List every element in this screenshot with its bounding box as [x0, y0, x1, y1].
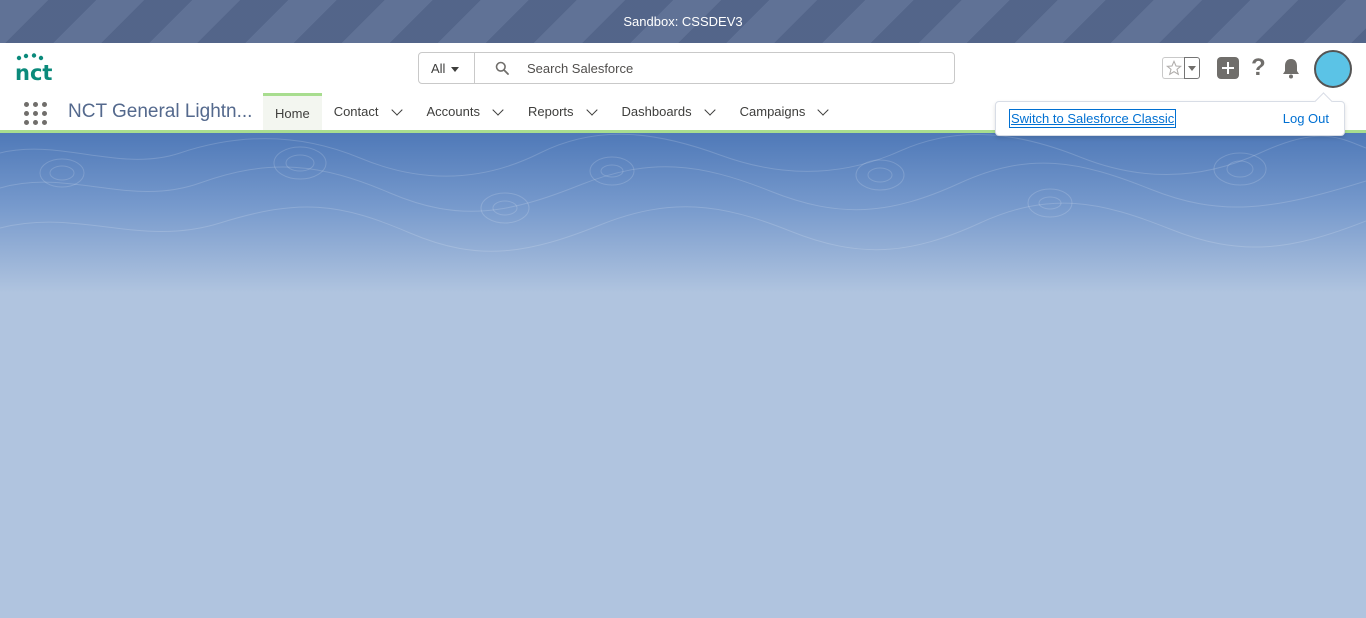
nct-logo[interactable]: nct	[15, 53, 59, 85]
help-button[interactable]: ?	[1251, 43, 1266, 93]
tab-label: Campaigns	[739, 104, 806, 119]
sandbox-label: Sandbox: CSSDEV3	[623, 14, 743, 29]
sandbox-banner: Sandbox: CSSDEV3	[0, 0, 1366, 43]
favorites-control	[1162, 43, 1200, 93]
tab-label: Contact	[333, 104, 379, 119]
svg-text:nct: nct	[15, 61, 52, 85]
search-scope-select[interactable]: All	[419, 53, 475, 83]
user-menu-popover: Switch to Salesforce Classic Log Out	[995, 101, 1345, 136]
tab-accounts[interactable]: Accounts	[415, 93, 516, 130]
tab-reports[interactable]: Reports	[516, 93, 610, 130]
background-banner	[0, 133, 1366, 293]
app-name: NCT General Lightn...	[68, 101, 253, 122]
caret-down-icon	[1188, 65, 1196, 71]
tab-home[interactable]: Home	[263, 93, 322, 130]
nav-tabs: Home Contact Accounts Reports Dashboards…	[263, 93, 841, 130]
app-launcher-icon[interactable]	[24, 102, 48, 126]
global-header: nct All ?	[0, 43, 1366, 93]
notifications-button[interactable]	[1281, 43, 1301, 93]
search-icon	[495, 61, 509, 75]
tab-campaigns[interactable]: Campaigns	[728, 93, 842, 130]
chevron-down-icon[interactable]	[492, 103, 504, 116]
tab-label: Dashboards	[621, 104, 692, 119]
chevron-down-icon[interactable]	[390, 103, 403, 116]
chevron-down-icon[interactable]	[817, 103, 830, 116]
logout-link[interactable]: Log Out	[1283, 111, 1329, 126]
switch-to-classic-link[interactable]: Switch to Salesforce Classic	[1008, 109, 1177, 128]
search-scope-label: All	[431, 60, 446, 76]
tab-contact[interactable]: Contact	[322, 93, 415, 130]
search-field	[475, 53, 954, 83]
global-search: All	[418, 52, 955, 84]
topographic-pattern	[0, 133, 1366, 252]
search-input[interactable]	[527, 60, 927, 76]
user-avatar[interactable]	[1314, 50, 1352, 88]
help-icon: ?	[1251, 54, 1266, 81]
tab-label: Accounts	[426, 104, 480, 119]
tab-label: Home	[275, 105, 310, 121]
add-icon	[1217, 57, 1239, 79]
caret-down-icon	[451, 66, 460, 72]
global-actions-button[interactable]	[1217, 43, 1239, 93]
favorites-button[interactable]	[1162, 57, 1184, 79]
favorites-list-button[interactable]	[1184, 57, 1200, 79]
tab-dashboards[interactable]: Dashboards	[610, 93, 728, 130]
chevron-down-icon[interactable]	[703, 103, 716, 116]
chevron-down-icon[interactable]	[585, 103, 598, 116]
star-icon	[1165, 60, 1182, 76]
tab-label: Reports	[527, 104, 574, 119]
bell-icon	[1283, 59, 1299, 79]
